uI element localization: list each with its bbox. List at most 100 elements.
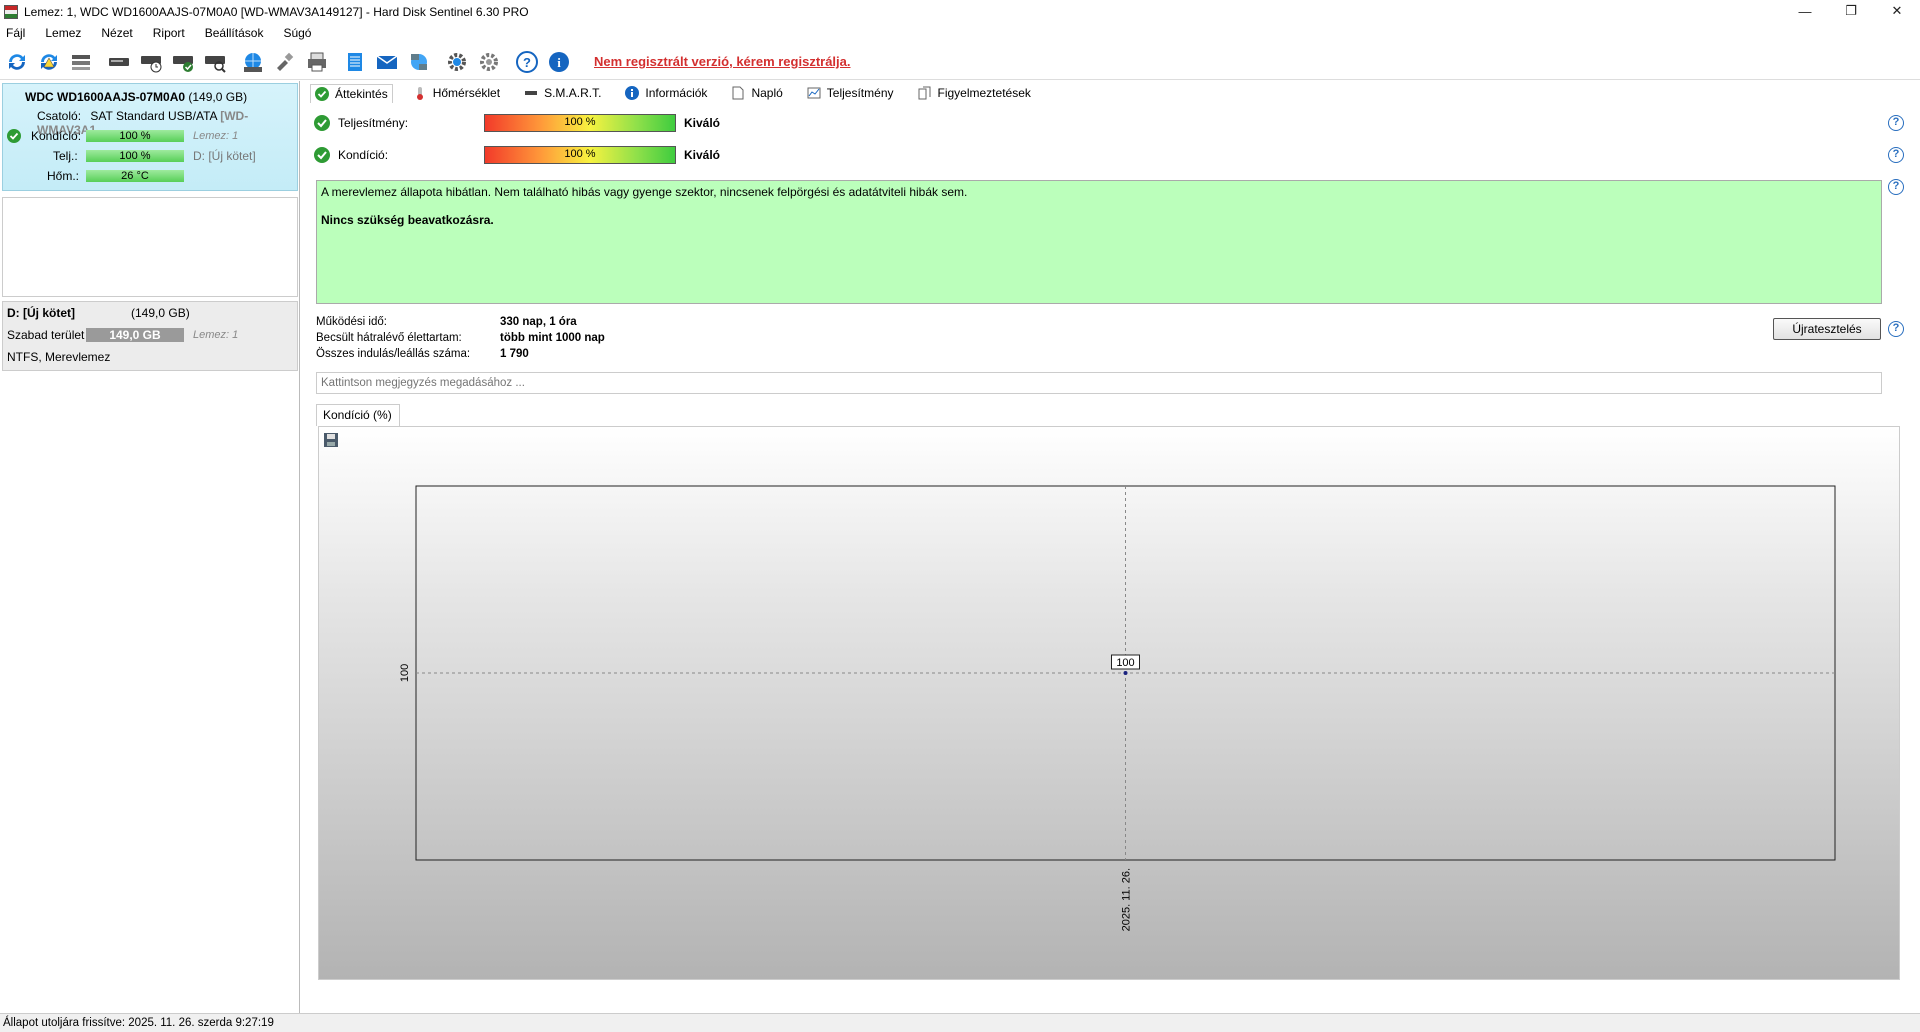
condition-chart: 100 2025. 11. 26. 100 (399, 485, 1836, 931)
disk-list-empty-area (2, 197, 298, 297)
disk-info-grid: Működési idő: 330 nap, 1 óra Becsült hát… (316, 316, 605, 364)
disk-card[interactable]: WDC WD1600AAJS-07M0A0 (149,0 GB) Csatoló… (2, 83, 298, 191)
registration-link[interactable]: Nem regisztrált verzió, kérem regisztrál… (594, 54, 851, 69)
toolbar: ? i Nem regisztrált verzió, kérem regisz… (0, 44, 1920, 80)
lifetime-label: Becsült hátralévő élettartam: (316, 332, 462, 344)
help-icon[interactable]: ? (1888, 147, 1904, 163)
tab-temperature-label: Hőmérséklet (432, 86, 501, 100)
retest-button[interactable]: Újratesztelés (1773, 318, 1881, 340)
title-bar: Lemez: 1, WDC WD1600AAJS-07M0A0 [WD-WMAV… (0, 0, 1920, 24)
documents-icon (918, 86, 930, 100)
condition-row: Kondíció: 100 % Kiváló (314, 145, 720, 165)
free-space-bar: 149,0 GB (86, 328, 184, 342)
tab-temperature[interactable]: Hőmérséklet (409, 84, 504, 102)
startstop-row: Összes indulás/leállás száma: 1 790 (316, 348, 605, 364)
svg-text:?: ? (523, 55, 531, 70)
window-controls: — ❐ ✕ (1782, 0, 1920, 22)
refresh-warning-icon[interactable] (36, 49, 62, 75)
refresh-icon[interactable] (4, 49, 30, 75)
close-button[interactable]: ✕ (1874, 0, 1920, 22)
chart-icon (807, 87, 821, 99)
info-icon[interactable]: i (546, 49, 572, 75)
tab-performance[interactable]: Teljesítmény (803, 84, 898, 102)
printer-icon[interactable] (304, 49, 330, 75)
condition-word: Kiváló (684, 148, 721, 162)
maximize-button[interactable]: ❐ (1828, 0, 1874, 22)
y-tick-label: 100 (399, 664, 411, 682)
status-action: Nincs szükség beavatkozásra. (321, 213, 494, 227)
menu-view[interactable]: Nézet (101, 26, 132, 40)
performance-bar: 100 % (484, 114, 676, 132)
disk-title: WDC WD1600AAJS-07M0A0 (149,0 GB) (25, 90, 247, 104)
temperature-bar: 26 °C (86, 170, 184, 182)
condition-value: 100 % (564, 148, 596, 160)
tab-alerts-label: Figyelmeztetések (937, 86, 1031, 100)
help-icon[interactable]: ? (514, 49, 540, 75)
free-space-label: Szabad terület (7, 328, 85, 342)
globe-disk-icon[interactable] (240, 49, 266, 75)
volume-fs: NTFS, Merevlemez (7, 350, 111, 364)
email-icon[interactable] (374, 49, 400, 75)
status-bar: Állapot utoljára frissítve: 2025. 11. 26… (0, 1013, 1920, 1032)
settings-sound-icon[interactable] (476, 49, 502, 75)
window-title: Lemez: 1, WDC WD1600AAJS-07M0A0 [WD-WMAV… (24, 5, 529, 19)
menu-settings[interactable]: Beállítások (205, 26, 264, 40)
tab-alerts[interactable]: Figyelmeztetések (914, 84, 1035, 102)
lifetime-row: Becsült hátralévő élettartam: több mint … (316, 332, 605, 348)
interface-value: SAT Standard USB/ATA (90, 109, 217, 123)
volume-name: D: [Új kötet] (7, 306, 75, 320)
help-icon[interactable]: ? (1888, 321, 1904, 337)
menu-help[interactable]: Súgó (283, 26, 311, 40)
tab-information[interactable]: Információk (621, 84, 711, 102)
check-icon (314, 147, 330, 163)
disk-icon (525, 91, 538, 95)
info-icon (625, 86, 640, 100)
help-icon[interactable]: ? (1888, 179, 1904, 195)
notepad-icon[interactable] (342, 49, 368, 75)
disk-check-icon[interactable] (170, 49, 196, 75)
document-icon (732, 86, 744, 100)
minimize-button[interactable]: — (1782, 0, 1828, 22)
performance-value: 100 % (564, 116, 596, 128)
settings-icon[interactable] (444, 49, 470, 75)
disk-icon[interactable] (106, 49, 132, 75)
condition-label: Kondíció: (338, 148, 389, 162)
startstop-label: Összes indulás/leállás száma: (316, 348, 471, 360)
uptime-value: 330 nap, 1 óra (500, 316, 577, 328)
disk-schedule-icon[interactable] (138, 49, 164, 75)
condition-ok-icon (7, 129, 21, 143)
performance-label: Teljesítmény: (338, 116, 409, 130)
note-input[interactable] (316, 372, 1882, 394)
disk-search-icon[interactable] (202, 49, 228, 75)
main-tabs: Áttekintés Hőmérséklet S.M.A.R.T. Inform… (310, 82, 1051, 104)
condition-bar: 100 % (484, 146, 676, 164)
performance-word: Kiváló (684, 116, 721, 130)
disk-list-icon[interactable] (68, 49, 94, 75)
volume-size: (149,0 GB) (131, 306, 190, 320)
tab-information-label: Információk (645, 86, 708, 100)
tab-smart[interactable]: S.M.A.R.T. (520, 84, 605, 102)
condition-label: Kondíció: (31, 129, 82, 143)
disk-list-panel: WDC WD1600AAJS-07M0A0 (149,0 GB) Csatoló… (0, 81, 300, 1013)
volume-card[interactable]: D: [Új kötet] (149,0 GB) Szabad terület … (2, 301, 298, 371)
tab-overview[interactable]: Áttekintés (310, 83, 393, 103)
menu-file[interactable]: Fájl (6, 26, 25, 40)
volume-ref[interactable]: D: [Új kötet] (193, 149, 256, 163)
svg-text:i: i (557, 55, 561, 70)
performance-bar: 100 % (86, 150, 184, 162)
menu-report[interactable]: Riport (153, 26, 185, 40)
temperature-label: Hőm.: (47, 169, 80, 183)
performance-label: Telj.: (53, 149, 78, 163)
status-description: A merevlemez állapota hibátlan. Nem talá… (316, 180, 1882, 304)
x-tick-label: 2025. 11. 26. (1121, 868, 1133, 931)
tab-smart-label: S.M.A.R.T. (544, 86, 602, 100)
chart-tab-condition[interactable]: Kondíció (%) (316, 404, 400, 426)
data-label: 100 (1116, 657, 1134, 669)
tab-log[interactable]: Napló (727, 84, 786, 102)
menu-disk[interactable]: Lemez (45, 26, 81, 40)
network-icon[interactable] (406, 49, 432, 75)
tools-icon[interactable] (272, 49, 298, 75)
app-icon (4, 5, 18, 19)
volume-disk-index: Lemez: 1 (193, 329, 239, 341)
help-icon[interactable]: ? (1888, 115, 1904, 131)
